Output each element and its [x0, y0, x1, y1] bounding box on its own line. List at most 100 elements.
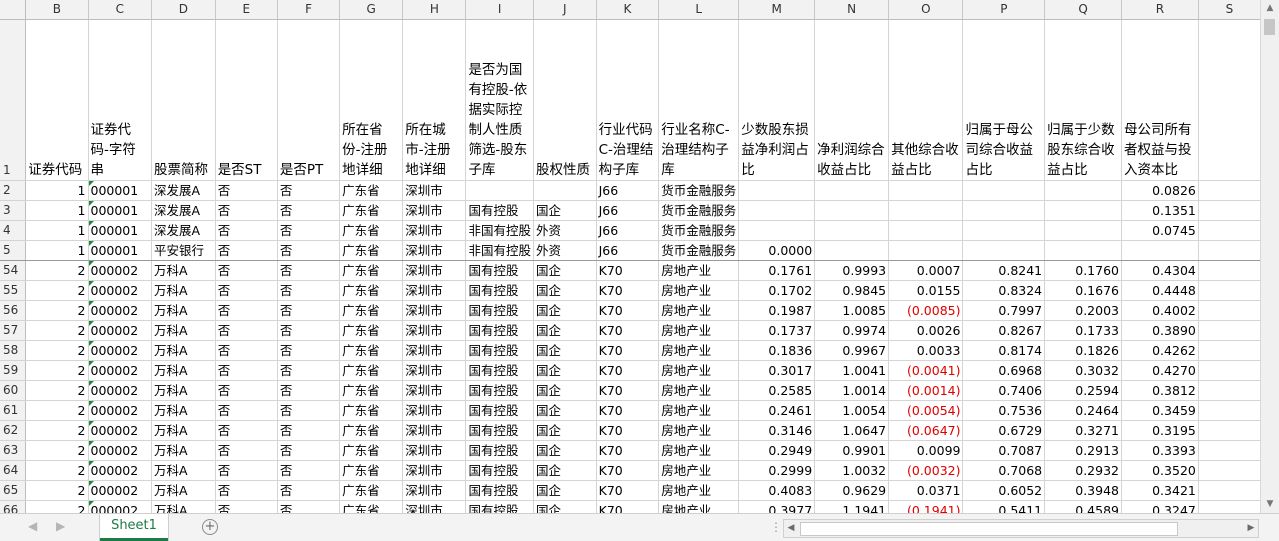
- cell[interactable]: 0.1737: [738, 320, 816, 341]
- vertical-scroll-thumb[interactable]: [1264, 19, 1275, 35]
- cell[interactable]: 否: [277, 300, 341, 321]
- cell[interactable]: 1.0054: [814, 400, 890, 421]
- cell[interactable]: 1: [25, 220, 89, 241]
- cell[interactable]: 000002: [88, 360, 153, 381]
- cell[interactable]: 万科A: [151, 420, 216, 441]
- scroll-right-icon[interactable]: ▶: [1244, 520, 1258, 537]
- cell[interactable]: 否: [215, 340, 278, 361]
- cell[interactable]: 0.2461: [738, 400, 816, 421]
- column-header-I[interactable]: I: [465, 0, 534, 20]
- cell[interactable]: 0.3017: [738, 360, 816, 381]
- scroll-up-icon[interactable]: ▲: [1261, 0, 1279, 17]
- cell[interactable]: 0.3459: [1121, 400, 1199, 421]
- cell[interactable]: [1044, 220, 1122, 241]
- cell[interactable]: 0.7087: [962, 440, 1046, 461]
- cell[interactable]: 万科A: [151, 400, 216, 421]
- cell[interactable]: 深圳市: [402, 240, 467, 261]
- cell[interactable]: 0.2999: [738, 460, 816, 481]
- header-cell[interactable]: 净利润综合收益占比: [814, 19, 890, 181]
- cell[interactable]: 房地产业: [658, 480, 740, 501]
- cell[interactable]: 000002: [88, 320, 153, 341]
- cell[interactable]: K70: [596, 280, 660, 301]
- cell[interactable]: 否: [277, 500, 341, 513]
- cell[interactable]: 0.9901: [814, 440, 890, 461]
- row-header[interactable]: 62: [0, 420, 27, 441]
- cell[interactable]: 广东省: [339, 220, 404, 241]
- header-cell[interactable]: 归属于母公司综合收益占比: [962, 19, 1046, 181]
- cell[interactable]: 国有控股: [465, 200, 534, 221]
- cell[interactable]: 1.1941: [814, 500, 890, 513]
- cell[interactable]: 国企: [533, 480, 597, 501]
- cell[interactable]: 否: [277, 380, 341, 401]
- cell[interactable]: [1198, 480, 1261, 501]
- cell[interactable]: K70: [596, 320, 660, 341]
- cell[interactable]: 0.1826: [1044, 340, 1122, 361]
- more-icon[interactable]: ⋮: [770, 520, 783, 534]
- cell[interactable]: 广东省: [339, 400, 404, 421]
- cell[interactable]: (0.0041): [888, 360, 964, 381]
- cell[interactable]: 0.9629: [814, 480, 890, 501]
- cell[interactable]: 0.8174: [962, 340, 1046, 361]
- cell[interactable]: 广东省: [339, 200, 404, 221]
- row-header[interactable]: 5: [0, 240, 27, 261]
- cell[interactable]: 0.2594: [1044, 380, 1122, 401]
- cell[interactable]: 外资: [533, 240, 597, 261]
- spreadsheet-grid[interactable]: BCDEFGHIJKLMNOPQRS 1 证券代码 证券代码-字符串 股票简称 是否ST…: [0, 0, 1261, 513]
- cell[interactable]: K70: [596, 420, 660, 441]
- cell[interactable]: 国有控股: [465, 480, 534, 501]
- cell[interactable]: [1198, 440, 1261, 461]
- cell[interactable]: 000002: [88, 440, 153, 461]
- cell[interactable]: 否: [277, 420, 341, 441]
- cell[interactable]: 0.0000: [738, 240, 816, 261]
- horizontal-scrollbar[interactable]: ◀ ▶: [783, 519, 1259, 538]
- cell[interactable]: [1198, 300, 1261, 321]
- cell[interactable]: 1: [25, 180, 89, 201]
- cell[interactable]: [738, 220, 816, 241]
- cell[interactable]: 深圳市: [402, 360, 467, 381]
- cell[interactable]: [814, 220, 890, 241]
- cell[interactable]: 国企: [533, 360, 597, 381]
- cell[interactable]: 深圳市: [402, 500, 467, 513]
- column-header-O[interactable]: O: [888, 0, 964, 20]
- cell[interactable]: [1198, 260, 1261, 281]
- cell[interactable]: 广东省: [339, 300, 404, 321]
- cell[interactable]: 深圳市: [402, 340, 467, 361]
- cell[interactable]: 否: [215, 260, 278, 281]
- cell[interactable]: 0.4083: [738, 480, 816, 501]
- column-header-Q[interactable]: Q: [1044, 0, 1122, 20]
- cell[interactable]: 0.3421: [1121, 480, 1199, 501]
- cell[interactable]: (0.1941): [888, 500, 964, 513]
- cell[interactable]: [962, 240, 1046, 261]
- cell[interactable]: 房地产业: [658, 460, 740, 481]
- cell[interactable]: 否: [215, 300, 278, 321]
- cell[interactable]: 0.4304: [1121, 260, 1199, 281]
- cell[interactable]: 0.8324: [962, 280, 1046, 301]
- cell[interactable]: 国企: [533, 260, 597, 281]
- cell[interactable]: 深圳市: [402, 420, 467, 441]
- cell[interactable]: 深圳市: [402, 460, 467, 481]
- cell[interactable]: 广东省: [339, 380, 404, 401]
- cell[interactable]: 0.3393: [1121, 440, 1199, 461]
- cell[interactable]: [533, 180, 597, 201]
- cell[interactable]: 0.0745: [1121, 220, 1199, 241]
- cell[interactable]: 否: [277, 240, 341, 261]
- cell[interactable]: 0.3146: [738, 420, 816, 441]
- cell[interactable]: 房地产业: [658, 280, 740, 301]
- cell[interactable]: K70: [596, 460, 660, 481]
- cell[interactable]: J66: [596, 240, 660, 261]
- cell[interactable]: 否: [277, 200, 341, 221]
- cell[interactable]: 万科A: [151, 260, 216, 281]
- cell[interactable]: [1198, 240, 1261, 261]
- cell[interactable]: 深圳市: [402, 400, 467, 421]
- cell[interactable]: 货币金融服务: [658, 180, 740, 201]
- cell[interactable]: 2: [25, 340, 89, 361]
- cell[interactable]: 0.3890: [1121, 320, 1199, 341]
- cell[interactable]: 0.2003: [1044, 300, 1122, 321]
- cell[interactable]: 2: [25, 360, 89, 381]
- column-header-K[interactable]: K: [596, 0, 660, 20]
- cell[interactable]: 2: [25, 260, 89, 281]
- cell[interactable]: K70: [596, 400, 660, 421]
- cell[interactable]: 房地产业: [658, 500, 740, 513]
- cell[interactable]: 万科A: [151, 380, 216, 401]
- cell[interactable]: 否: [215, 380, 278, 401]
